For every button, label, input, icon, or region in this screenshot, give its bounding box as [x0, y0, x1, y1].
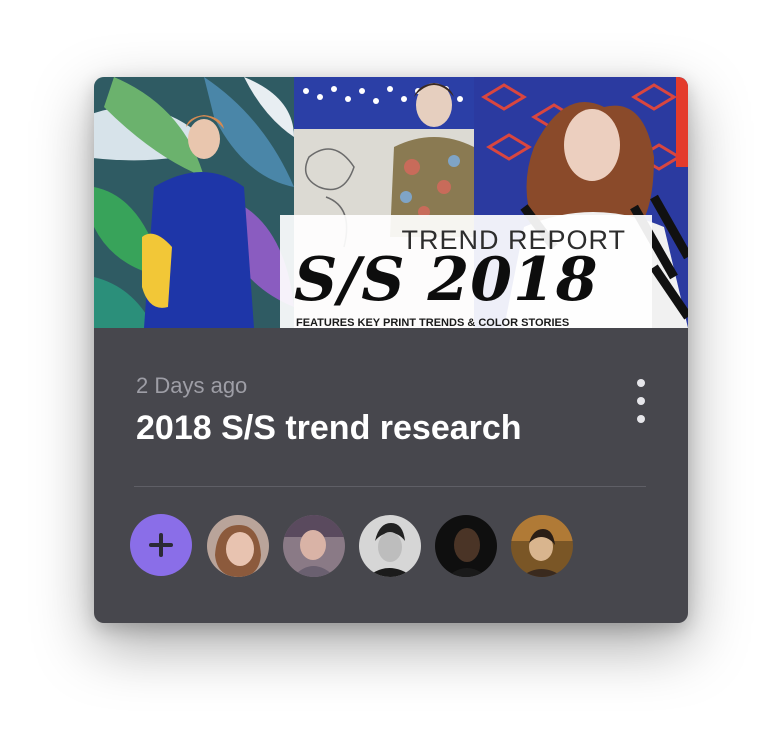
page: TREND REPORT S/S 2018 FEATURES KEY PRINT…: [0, 0, 782, 736]
avatar-photo: [511, 515, 573, 577]
cover-headline: S/S 2018: [294, 245, 599, 315]
project-title[interactable]: 2018 S/S trend research: [136, 409, 522, 448]
avatar-photo: [359, 515, 421, 577]
avatar[interactable]: [511, 515, 573, 577]
avatar-photo: [283, 515, 345, 577]
avatar[interactable]: [283, 515, 345, 577]
cover-subline: FEATURES KEY PRINT TRENDS & COLOR STORIE…: [296, 317, 570, 328]
avatar[interactable]: [435, 515, 497, 577]
add-collaborator-button[interactable]: [130, 514, 192, 576]
divider: [134, 486, 646, 487]
kebab-dot: [637, 379, 645, 387]
avatar-photo: [435, 515, 497, 577]
avatar[interactable]: [207, 515, 269, 577]
kebab-dot: [637, 415, 645, 423]
kebab-dot: [637, 397, 645, 405]
avatar-photo: [207, 515, 269, 577]
project-card[interactable]: TREND REPORT S/S 2018 FEATURES KEY PRINT…: [94, 77, 688, 623]
timestamp: 2 Days ago: [136, 373, 248, 398]
cover-image[interactable]: TREND REPORT S/S 2018 FEATURES KEY PRINT…: [94, 77, 688, 328]
more-vertical-icon[interactable]: [628, 377, 654, 425]
avatar[interactable]: [359, 515, 421, 577]
